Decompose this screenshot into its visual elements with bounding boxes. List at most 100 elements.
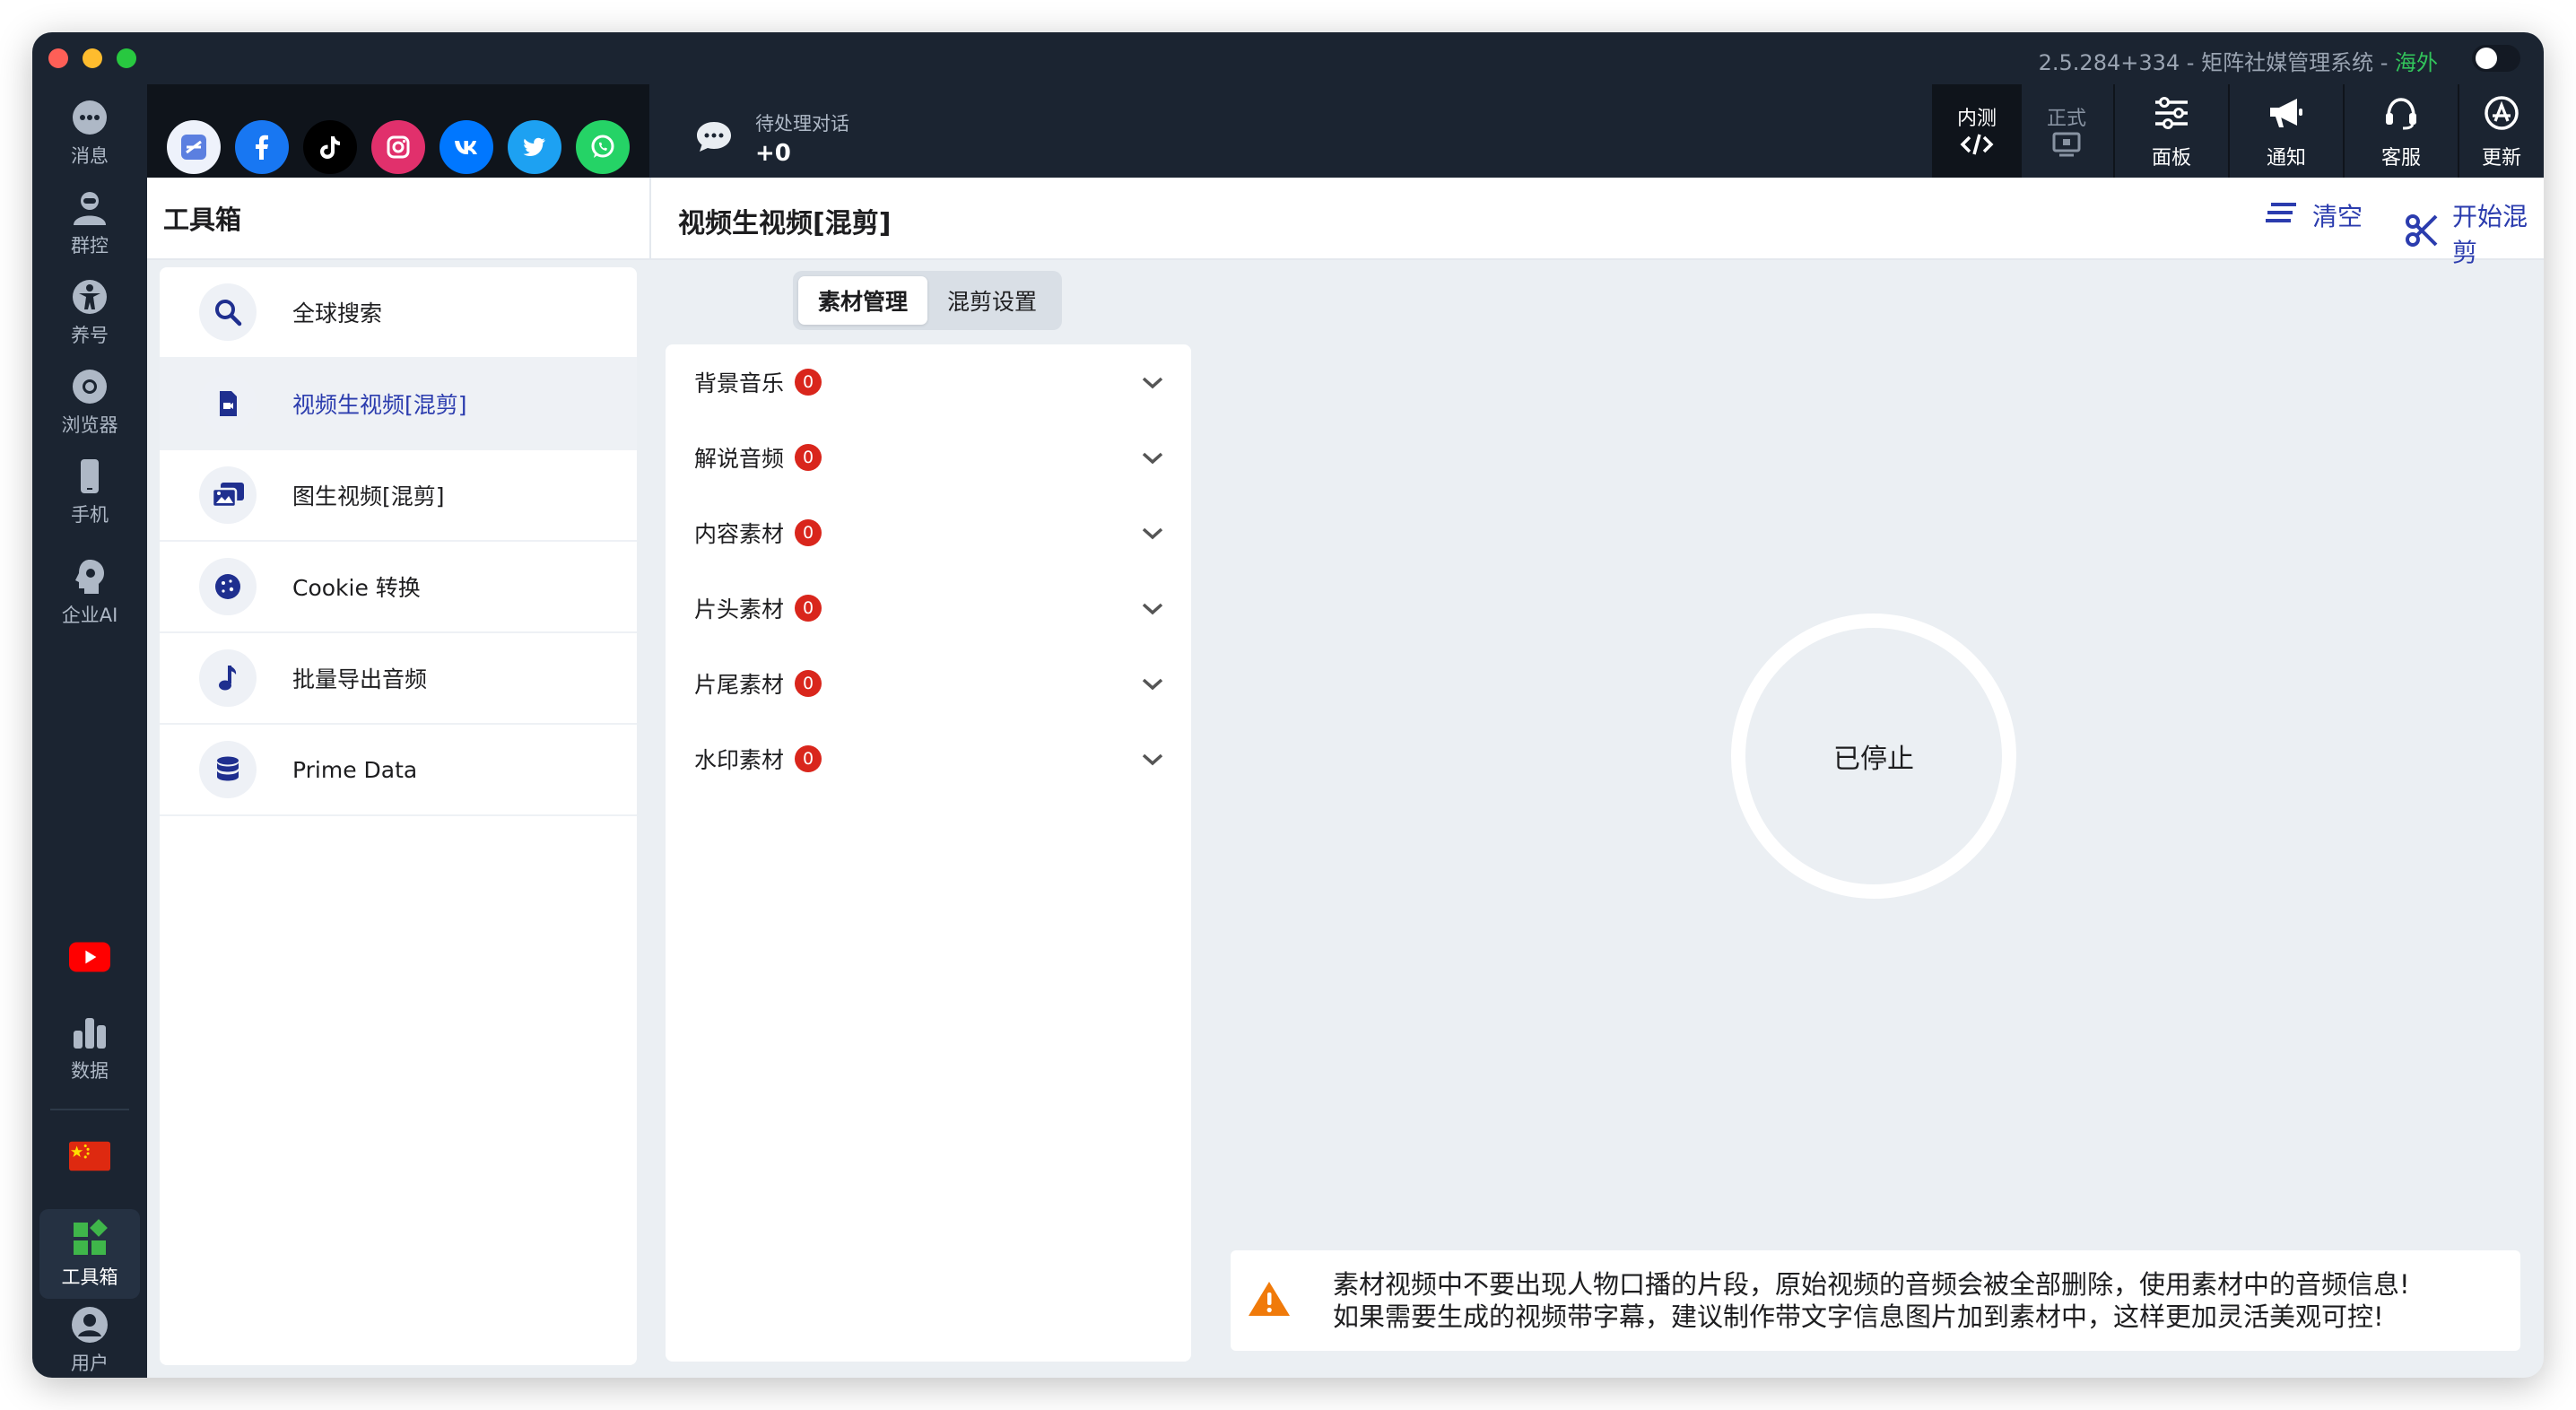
material-tabs: 素材管理 混剪设置 bbox=[793, 271, 1062, 330]
chevron-down-icon[interactable] bbox=[1141, 596, 1164, 622]
instagram-icon[interactable] bbox=[371, 120, 425, 174]
sliders-icon bbox=[2152, 95, 2191, 136]
material-row-bgm[interactable]: 背景音乐 0 bbox=[666, 344, 1191, 420]
start-remix-button[interactable]: 开始混剪 bbox=[2404, 197, 2544, 269]
browser-icon bbox=[69, 366, 110, 407]
window-title-text: 2.5.284+334 - 矩阵社媒管理系统 - bbox=[2038, 50, 2389, 75]
env-prod-label: 正式 bbox=[2046, 108, 2086, 130]
headset-icon bbox=[2381, 95, 2421, 136]
rail-item-messages[interactable]: 消息 bbox=[39, 91, 140, 174]
clear-list-icon bbox=[2264, 199, 2300, 232]
window-title: 2.5.284+334 - 矩阵社媒管理系统 - 海外 bbox=[2039, 45, 2438, 76]
close-window-button[interactable] bbox=[48, 48, 68, 68]
rail-item-toolbox[interactable]: 工具箱 bbox=[39, 1209, 140, 1299]
title-bar: 2.5.284+334 - 矩阵社媒管理系统 - 海外 bbox=[32, 32, 2544, 84]
minimize-window-button[interactable] bbox=[83, 48, 102, 68]
tool-item-label: 视频生视频[混剪] bbox=[292, 392, 467, 418]
rail-label: 用户 bbox=[71, 1353, 109, 1374]
rail-label: 养号 bbox=[71, 325, 109, 346]
update-button[interactable]: 更新 bbox=[2458, 84, 2544, 181]
material-label: 片头素材 bbox=[694, 596, 785, 622]
toolbox-list: 全球搜索 视频生视频[混剪] 图生视频[混剪] Cookie 转换 批量导出音频 bbox=[160, 267, 637, 1365]
rail-item-browser[interactable]: 浏览器 bbox=[39, 361, 140, 443]
facebook-icon[interactable] bbox=[235, 120, 289, 174]
data-icon bbox=[69, 1012, 110, 1053]
clear-button[interactable]: 清空 bbox=[2264, 197, 2363, 233]
tab-material-management[interactable]: 素材管理 bbox=[798, 276, 927, 325]
zoom-window-button[interactable] bbox=[117, 48, 136, 68]
twitter-icon[interactable] bbox=[508, 120, 561, 174]
theme-toggle[interactable] bbox=[2472, 45, 2520, 72]
tab-remix-settings[interactable]: 混剪设置 bbox=[927, 276, 1057, 325]
materials-list: 背景音乐 0 解说音频 0 内容素材 0 片头素材 0 片尾素材 0 水印素材 … bbox=[666, 344, 1191, 1362]
whatsapp-icon[interactable] bbox=[576, 120, 630, 174]
toolbox-title: 工具箱 bbox=[163, 205, 242, 235]
notify-label: 通知 bbox=[2266, 147, 2306, 170]
tool-item-global-search[interactable]: 全球搜索 bbox=[160, 267, 637, 359]
toolbox-header: 工具箱 bbox=[147, 178, 649, 260]
youtube-icon bbox=[69, 936, 110, 978]
rail-item-user[interactable]: 用户 bbox=[39, 1302, 140, 1378]
vk-icon[interactable] bbox=[439, 120, 493, 174]
rail-item-youtube[interactable] bbox=[39, 927, 140, 990]
tool-item-image-remix[interactable]: 图生视频[混剪] bbox=[160, 450, 637, 542]
user-icon bbox=[69, 1304, 110, 1345]
enterprise-ai-icon bbox=[69, 556, 110, 597]
rail-item-group-control[interactable]: 群控 bbox=[39, 181, 140, 264]
rail-item-data[interactable]: 数据 bbox=[39, 1006, 140, 1089]
chevron-down-icon[interactable] bbox=[1141, 746, 1164, 772]
material-row-outro[interactable]: 片尾素材 0 bbox=[666, 646, 1191, 721]
region-label: 海外 bbox=[2395, 50, 2438, 75]
tool-item-export-audio[interactable]: 批量导出音频 bbox=[160, 633, 637, 725]
warning-notice: 素材视频中不要出现人物口播的片段，原始视频的音频会被全部删除，使用素材中的音频信… bbox=[1231, 1250, 2520, 1351]
monitor-icon bbox=[2049, 131, 2084, 163]
music-note-icon bbox=[199, 649, 257, 707]
rail-label: 浏览器 bbox=[61, 414, 118, 436]
scissors-icon bbox=[2404, 213, 2440, 255]
code-icon bbox=[1959, 131, 1995, 163]
material-label: 片尾素材 bbox=[694, 672, 785, 698]
chevron-down-icon[interactable] bbox=[1141, 520, 1164, 546]
panel-button[interactable]: 面板 bbox=[2113, 84, 2228, 181]
tool-item-prime-data[interactable]: Prime Data bbox=[160, 725, 637, 816]
environment-switch[interactable]: 内测 正式 bbox=[1932, 84, 2111, 181]
chevron-down-icon[interactable] bbox=[1141, 370, 1164, 396]
tool-item-label: Prime Data bbox=[292, 756, 418, 783]
rail-item-phone[interactable]: 手机 bbox=[39, 450, 140, 533]
start-remix-label: 开始混剪 bbox=[2452, 202, 2528, 267]
material-row-watermark[interactable]: 水印素材 0 bbox=[666, 721, 1191, 796]
page-title: 视频生视频[混剪] bbox=[678, 208, 892, 239]
account-nurture-icon bbox=[69, 276, 110, 318]
tiktok-icon[interactable] bbox=[303, 120, 357, 174]
rail-label: 工具箱 bbox=[61, 1266, 118, 1288]
support-button[interactable]: 客服 bbox=[2343, 84, 2458, 181]
tool-item-video-remix[interactable]: 视频生视频[混剪] bbox=[160, 359, 637, 450]
rail-item-account-nurture[interactable]: 养号 bbox=[39, 271, 140, 353]
message-icon bbox=[69, 97, 110, 138]
megaphone-icon bbox=[2267, 95, 2306, 136]
tool-item-cookie-convert[interactable]: Cookie 转换 bbox=[160, 542, 637, 633]
rail-label: 手机 bbox=[71, 504, 109, 526]
env-test-button[interactable]: 内测 bbox=[1932, 84, 2022, 181]
window-controls bbox=[48, 48, 136, 68]
images-icon bbox=[199, 466, 257, 524]
app-store-icon[interactable] bbox=[167, 120, 221, 174]
rail-label: 群控 bbox=[71, 235, 109, 257]
rail-item-enterprise-ai[interactable]: 企业AI bbox=[39, 551, 140, 633]
material-row-content[interactable]: 内容素材 0 bbox=[666, 495, 1191, 570]
material-count-badge: 0 bbox=[795, 519, 822, 546]
material-row-intro[interactable]: 片头素材 0 bbox=[666, 570, 1191, 646]
group-control-icon bbox=[69, 187, 110, 228]
video-file-icon bbox=[199, 375, 257, 432]
rail-item-language[interactable] bbox=[39, 1123, 140, 1193]
chevron-down-icon[interactable] bbox=[1141, 445, 1164, 471]
tool-item-label: 批量导出音频 bbox=[292, 666, 428, 692]
app-window: 2.5.284+334 - 矩阵社媒管理系统 - 海外 消息 群控 养号 浏览器… bbox=[32, 32, 2544, 1378]
env-prod-button[interactable]: 正式 bbox=[2022, 84, 2111, 181]
chevron-down-icon[interactable] bbox=[1141, 671, 1164, 697]
material-count-badge: 0 bbox=[795, 444, 822, 471]
material-row-narration[interactable]: 解说音频 0 bbox=[666, 420, 1191, 495]
cookie-icon bbox=[199, 558, 257, 615]
notify-button[interactable]: 通知 bbox=[2228, 84, 2343, 181]
pending-conversations[interactable]: 待处理对话 +0 bbox=[694, 109, 849, 167]
